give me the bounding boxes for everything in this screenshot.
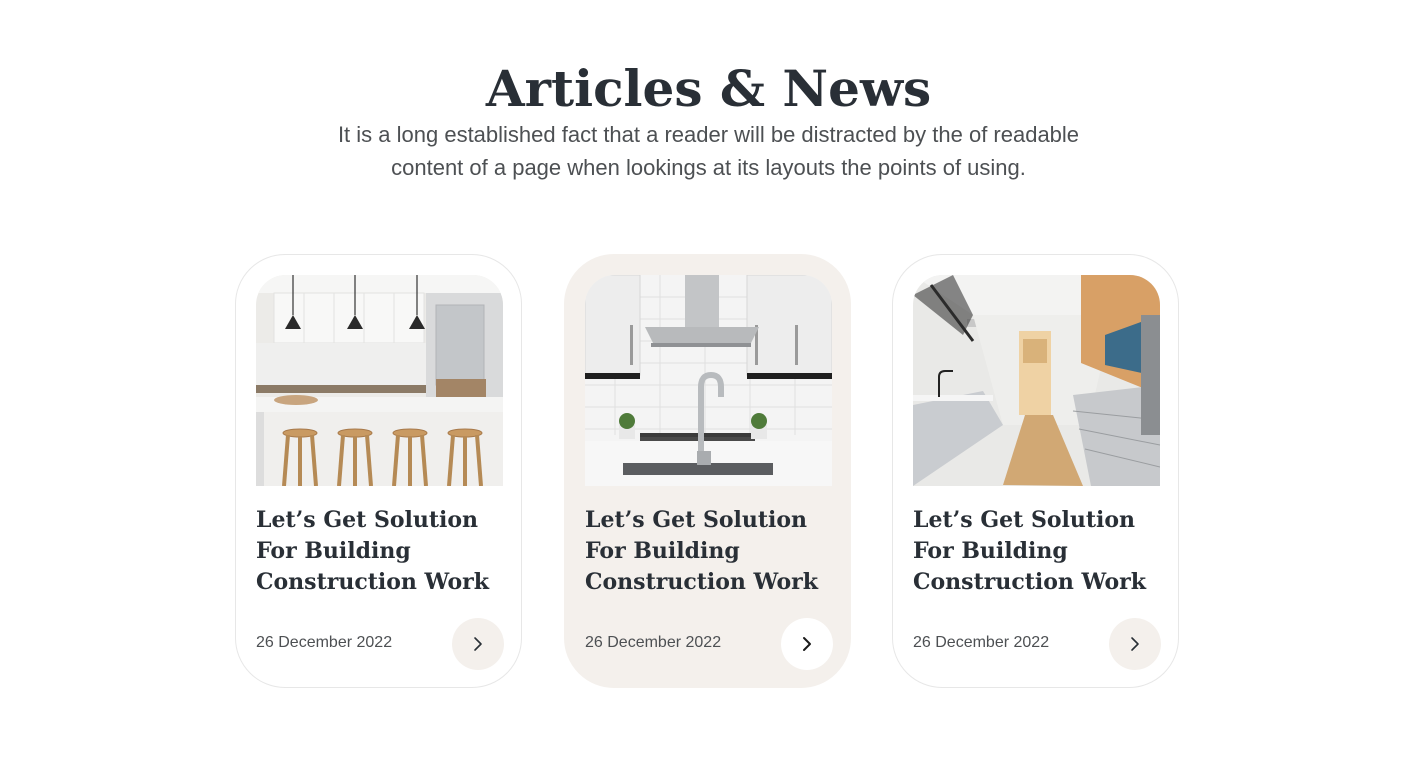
kitchen-sink-range-hood-image[interactable] <box>585 275 832 486</box>
article-card[interactable]: Let’s Get Solution For Building Construc… <box>235 254 522 688</box>
galley-kitchen-image[interactable] <box>913 275 1160 486</box>
article-date: 26 December 2022 <box>256 634 393 651</box>
article-date: 26 December 2022 <box>585 634 722 651</box>
read-more-button[interactable] <box>452 618 504 670</box>
chevron-right-icon <box>474 637 482 651</box>
read-more-button[interactable] <box>781 618 833 670</box>
chevron-right-icon <box>803 637 811 651</box>
article-title[interactable]: Let’s Get Solution For Building Construc… <box>256 505 506 598</box>
section-subtitle: It is a long established fact that a rea… <box>337 122 1080 180</box>
articles-news-section: Articles & News It is a long established… <box>0 0 1417 764</box>
article-card[interactable]: Let’s Get Solution For Building Construc… <box>892 254 1179 688</box>
section-title: Articles & News <box>485 59 932 118</box>
article-title[interactable]: Let’s Get Solution For Building Construc… <box>913 505 1163 598</box>
article-date: 26 December 2022 <box>913 634 1050 651</box>
chevron-right-icon <box>1131 637 1139 651</box>
article-title[interactable]: Let’s Get Solution For Building Construc… <box>585 505 835 598</box>
kitchen-island-stools-image[interactable] <box>256 275 503 486</box>
read-more-button[interactable] <box>1109 618 1161 670</box>
article-card[interactable]: Let’s Get Solution For Building Construc… <box>564 254 851 688</box>
